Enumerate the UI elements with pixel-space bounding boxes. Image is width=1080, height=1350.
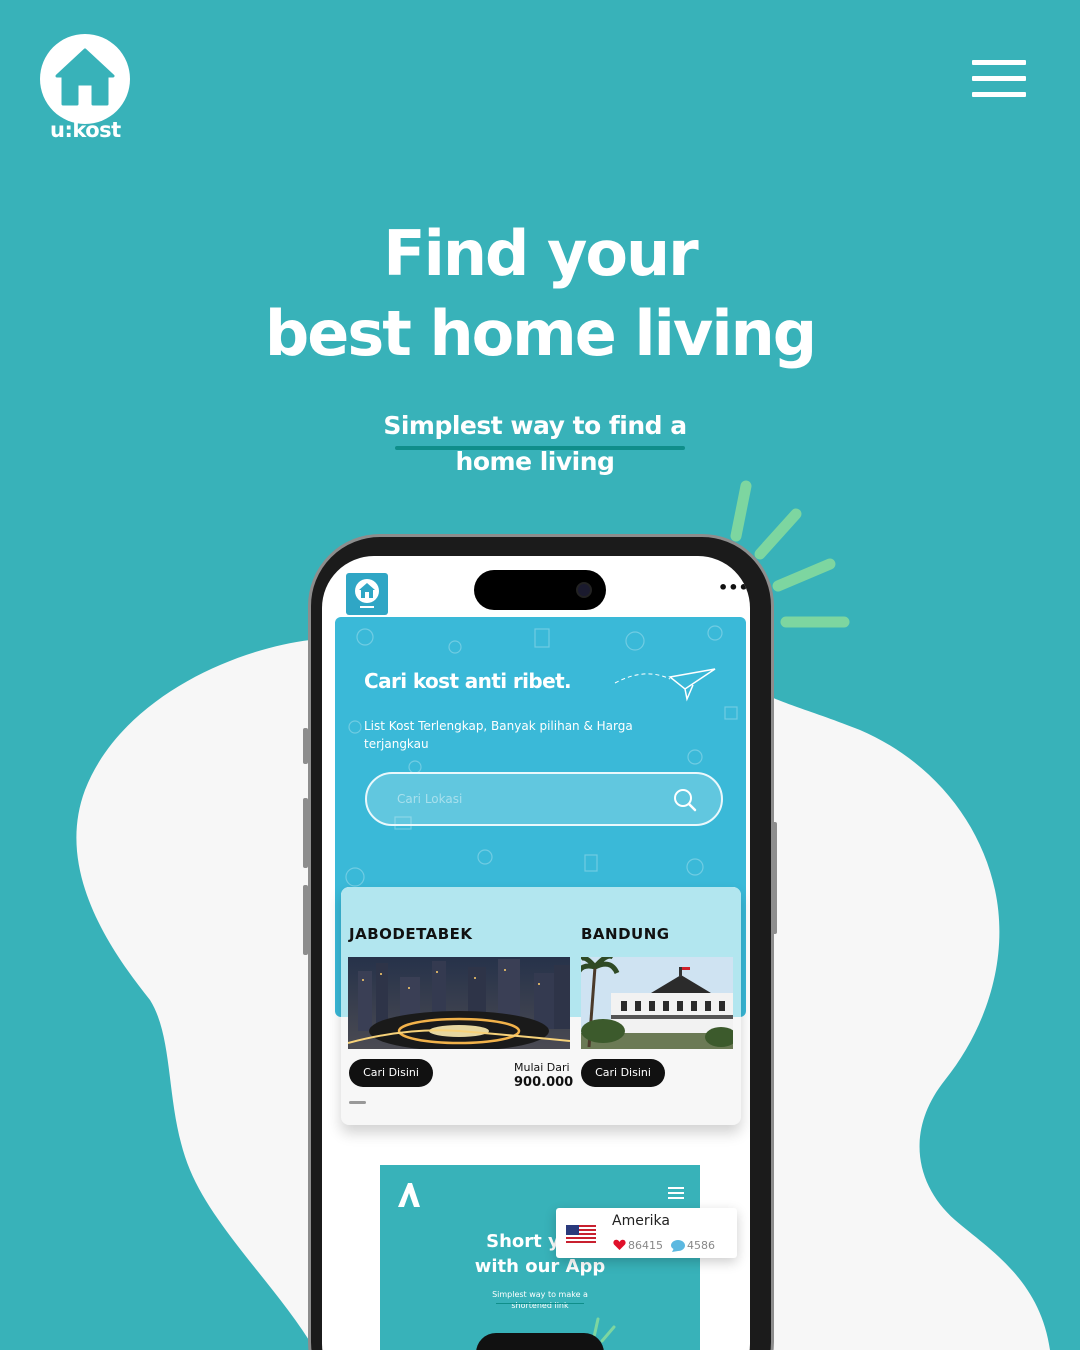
search-icon[interactable] — [672, 787, 698, 813]
app-hero-subtitle: List Kost Terlengkap, Banyak pilihan & H… — [364, 719, 633, 751]
city-name-jabodetabek: JABODETABEK — [349, 925, 473, 943]
mini-phone-illustration — [476, 1333, 604, 1350]
bandung-city-photo[interactable] — [581, 957, 733, 1049]
mini-app-subtitle-line-1: Simplest way to make a — [492, 1290, 588, 1299]
headline-line-1: Find your — [383, 217, 698, 290]
location-search-input[interactable]: Cari Lokasi — [365, 772, 723, 826]
usa-flag-icon — [566, 1225, 596, 1243]
comments-count: 4586 — [687, 1239, 715, 1252]
app-logo[interactable] — [346, 573, 388, 615]
app-hero-title: Cari kost anti ribet. — [364, 669, 572, 693]
house-icon — [40, 34, 130, 124]
comment-icon — [671, 1240, 685, 1252]
search-placeholder: Cari Lokasi — [397, 792, 463, 806]
cari-disini-button-bandung[interactable]: Cari Disini — [581, 1059, 665, 1087]
headline-line-2: best home living — [264, 297, 817, 370]
phone-button — [303, 728, 308, 764]
mini-app-subtitle: Simplest way to make a shortened link — [380, 1289, 700, 1311]
subheadline-underline — [395, 446, 685, 450]
jabodetabek-city-photo[interactable] — [348, 957, 570, 1049]
country-stats-card: Amerika 86415 4586 — [556, 1208, 737, 1258]
likes-count: 86415 — [628, 1239, 663, 1252]
menu-icon[interactable] — [972, 60, 1026, 98]
price-value: 900.000 — [514, 1075, 574, 1090]
more-options-icon[interactable]: ••• — [718, 578, 749, 597]
brand-name: u:kost — [50, 118, 121, 142]
phone-button — [303, 798, 308, 868]
page-headline: Find your best home living — [0, 214, 1080, 374]
mini-app-logo-icon — [396, 1181, 422, 1216]
dynamic-island — [474, 570, 606, 610]
brand-logo[interactable]: u:kost — [40, 34, 130, 144]
cari-disini-button-jabodetabek[interactable]: Cari Disini — [349, 1059, 433, 1087]
phone-button — [303, 885, 308, 955]
price-label: Mulai Dari — [514, 1061, 570, 1074]
camera-icon — [576, 582, 592, 598]
subheadline-line-1: Simplest way to find a — [383, 411, 687, 440]
mini-menu-icon — [668, 1187, 684, 1199]
mini-app-subtitle-line-2: shortened link — [511, 1301, 569, 1310]
country-name: Amerika — [612, 1213, 670, 1229]
carousel-indicator — [349, 1101, 366, 1104]
phone-button — [772, 822, 777, 934]
city-cards-panel: JABODETABEK Cari Disini Mulai Dari 900.0… — [341, 887, 741, 1125]
page-subheadline: Simplest way to find a home living — [300, 408, 770, 480]
mini-app-underline — [496, 1303, 584, 1304]
city-name-bandung: BANDUNG — [581, 925, 670, 943]
heart-icon — [613, 1239, 626, 1250]
